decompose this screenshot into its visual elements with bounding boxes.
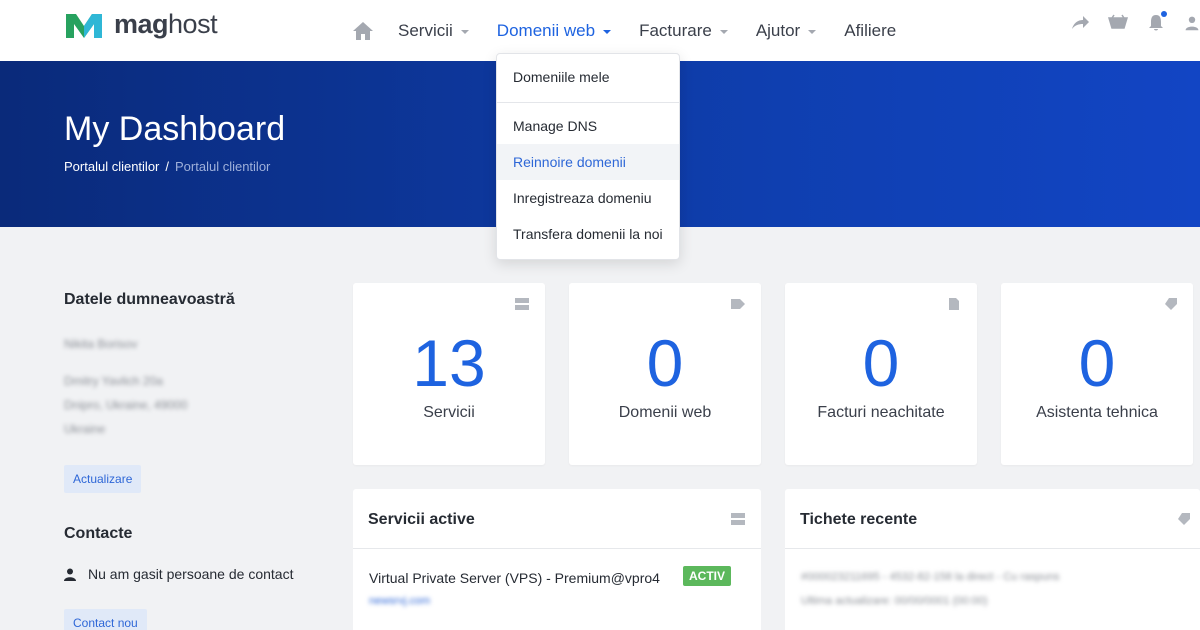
server-icon bbox=[731, 513, 745, 525]
ticket-meta: Ultima actualizare: 00/00/0001 (00:00) bbox=[801, 595, 988, 607]
stat-value: 0 bbox=[862, 326, 900, 400]
stat-label: Domenii web bbox=[618, 404, 712, 421]
details-country: Ukraine bbox=[64, 422, 106, 436]
document-icon bbox=[949, 298, 959, 310]
panel-title: Tichete recente bbox=[800, 511, 918, 528]
nav-ajutor[interactable]: Ajutor bbox=[756, 21, 817, 41]
details-heading: Datele dumneavoastră bbox=[64, 291, 235, 308]
logo[interactable]: maghost bbox=[64, 9, 218, 40]
dropdown-item-domeniile-mele[interactable]: Domeniile mele bbox=[497, 59, 679, 95]
divider bbox=[785, 548, 1200, 549]
top-icons bbox=[1070, 11, 1200, 33]
no-contacts-message: Nu am gasit persoane de contact bbox=[64, 566, 293, 582]
contacts-heading: Contacte bbox=[64, 525, 133, 542]
stat-card-asistenta[interactable]: 0 Asistenta tehnica bbox=[1001, 283, 1193, 465]
logo-mark-icon bbox=[66, 13, 102, 38]
stat-value: 0 bbox=[646, 326, 684, 400]
dropdown-item-manage-dns[interactable]: Manage DNS bbox=[497, 108, 679, 144]
nav-servicii[interactable]: Servicii bbox=[398, 21, 469, 41]
stat-label: Servicii bbox=[423, 404, 475, 421]
stat-value: 13 bbox=[412, 326, 486, 400]
stat-card-domenii-web[interactable]: 0 Domenii web bbox=[569, 283, 761, 465]
chevron-down-icon bbox=[719, 29, 728, 34]
chevron-down-icon bbox=[460, 29, 469, 34]
cart-icon[interactable] bbox=[1108, 13, 1128, 33]
page-title: My Dashboard bbox=[64, 110, 286, 148]
status-badge: ACTIV bbox=[683, 566, 731, 586]
ticket-title[interactable]: #000023211695 - 4532-82-158 la direct - … bbox=[801, 571, 1059, 583]
stat-label: Facturi neachitate bbox=[817, 404, 945, 421]
dropdown-item-inregistreaza-domeniu[interactable]: Inregistreaza domeniu bbox=[497, 180, 679, 216]
chevron-down-icon bbox=[603, 29, 612, 34]
breadcrumb-current: Portalul clientilor bbox=[175, 159, 271, 174]
stat-value: 0 bbox=[1078, 326, 1116, 400]
notification-dot bbox=[1161, 11, 1167, 17]
stat-label: Asistenta tehnica bbox=[1036, 404, 1158, 421]
nav-domenii-web[interactable]: Domenii web bbox=[497, 21, 612, 41]
details-name: Nikita Borisov bbox=[64, 337, 138, 351]
details-address: Dmitry Yavlich 20a bbox=[64, 374, 163, 388]
dropdown-item-reinnoire-domenii[interactable]: Reinnoire domenii bbox=[497, 144, 679, 180]
breadcrumb-separator: / bbox=[165, 159, 169, 174]
ticket-icon bbox=[1178, 513, 1190, 525]
breadcrumb-home[interactable]: Portalul clientilor bbox=[64, 159, 159, 174]
new-contact-button[interactable]: Contact nou bbox=[64, 609, 147, 630]
domenii-web-dropdown: Domeniile mele Manage DNS Reinnoire dome… bbox=[496, 53, 680, 260]
breadcrumb: Portalul clientilor / Portalul clientilo… bbox=[64, 159, 270, 174]
tag-icon bbox=[731, 299, 745, 309]
divider bbox=[353, 548, 761, 549]
server-icon bbox=[515, 298, 529, 310]
stat-card-facturi[interactable]: 0 Facturi neachitate bbox=[785, 283, 977, 465]
top-navbar: maghost Servicii Domenii web Facturare A… bbox=[0, 0, 1200, 61]
main-nav: Servicii Domenii web Facturare Ajutor Af… bbox=[352, 0, 924, 61]
user-icon bbox=[64, 568, 76, 581]
recent-tickets-panel: Tichete recente #000023211695 - 4532-82-… bbox=[785, 489, 1200, 630]
nav-facturare[interactable]: Facturare bbox=[639, 21, 728, 41]
panel-title: Servicii active bbox=[368, 511, 475, 528]
home-icon[interactable] bbox=[352, 21, 374, 41]
logo-text: maghost bbox=[114, 9, 218, 39]
details-city: Dnipro, Ukraine, 49000 bbox=[64, 398, 188, 412]
nav-afiliere[interactable]: Afiliere bbox=[844, 21, 896, 41]
update-button[interactable]: Actualizare bbox=[64, 465, 142, 493]
chevron-down-icon bbox=[808, 29, 817, 34]
notifications[interactable] bbox=[1146, 11, 1167, 33]
stat-card-servicii[interactable]: 13 Servicii bbox=[353, 283, 545, 465]
share-icon[interactable] bbox=[1070, 13, 1090, 33]
service-domain-link[interactable]: newsrvj.com bbox=[369, 595, 430, 607]
service-name[interactable]: Virtual Private Server (VPS) - Premium@v… bbox=[369, 570, 660, 586]
user-icon[interactable] bbox=[1184, 13, 1200, 33]
ticket-icon bbox=[1165, 298, 1177, 310]
dropdown-divider bbox=[497, 102, 679, 103]
no-contacts-text: Nu am gasit persoane de contact bbox=[88, 566, 294, 582]
active-services-panel: Servicii active Virtual Private Server (… bbox=[353, 489, 761, 630]
dropdown-item-transfera-domenii[interactable]: Transfera domenii la noi bbox=[497, 216, 679, 252]
